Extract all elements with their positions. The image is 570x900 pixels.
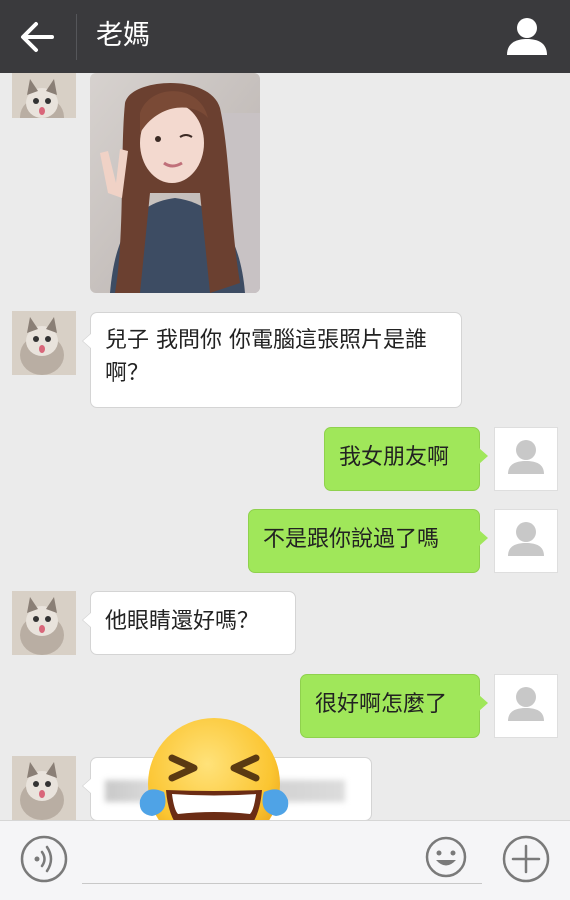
mom-avatar[interactable] — [12, 756, 76, 820]
message-bubble-outgoing[interactable]: 很好啊怎麼了 — [300, 674, 488, 738]
voice-icon[interactable] — [20, 835, 68, 883]
photo-image — [90, 73, 260, 293]
message-bubble-incoming[interactable]: 兒子 我問你 你電腦這張照片是誰啊？ — [82, 312, 462, 408]
default-user-icon — [508, 440, 544, 474]
my-avatar[interactable] — [494, 509, 558, 573]
input-bar — [0, 820, 570, 900]
cat-avatar-icon — [12, 591, 76, 655]
photo-message[interactable] — [90, 73, 260, 293]
message-bubble-incoming[interactable]: 他眼睛還好嗎？ — [82, 591, 296, 655]
plus-icon[interactable] — [501, 834, 551, 884]
header-divider — [76, 14, 77, 60]
default-user-icon — [508, 522, 544, 556]
mom-avatar[interactable] — [12, 591, 76, 655]
message-bubble-outgoing[interactable]: 不是跟你說過了嗎 — [248, 509, 488, 573]
chat-header: 老媽 — [0, 0, 570, 73]
cat-avatar-icon — [12, 311, 76, 375]
smile-icon[interactable] — [424, 835, 468, 879]
chat-title: 老媽 — [96, 20, 150, 51]
my-avatar[interactable] — [494, 427, 558, 491]
message-list[interactable]: 兒子 我問你 你電腦這張照片是誰啊？ 我女朋友啊 不是跟你說過了嗎 他眼睛還好嗎… — [0, 73, 570, 820]
mom-avatar[interactable] — [12, 73, 76, 118]
user-icon[interactable] — [504, 15, 550, 57]
mom-avatar[interactable] — [12, 311, 76, 375]
cat-avatar-icon — [12, 756, 76, 820]
my-avatar[interactable] — [494, 674, 558, 738]
message-input[interactable] — [82, 883, 482, 884]
cat-avatar-icon — [12, 73, 76, 118]
message-bubble-outgoing[interactable]: 我女朋友啊 — [324, 427, 488, 491]
arrow-left-icon[interactable] — [16, 18, 56, 56]
default-user-icon — [508, 687, 544, 721]
